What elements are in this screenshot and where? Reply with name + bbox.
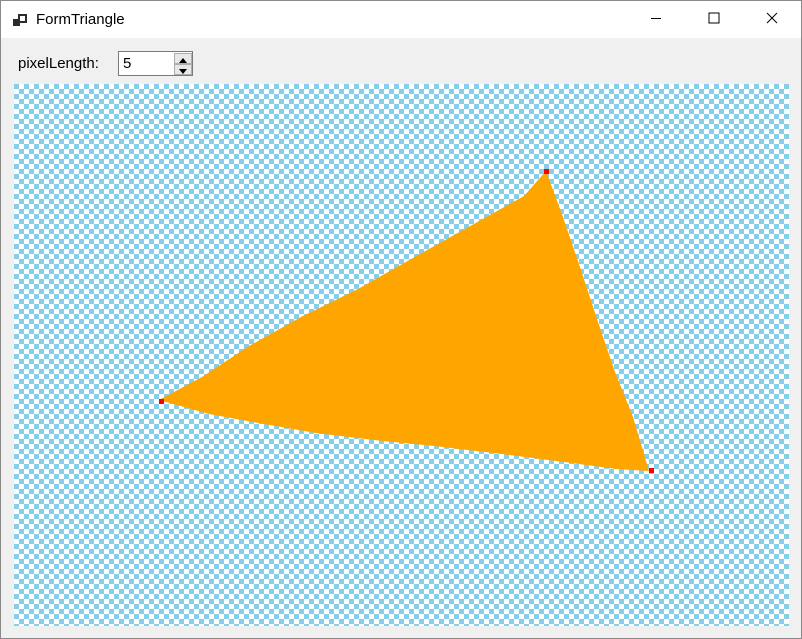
- window-title: FormTriangle: [36, 11, 125, 28]
- pixel-length-value[interactable]: 5: [123, 54, 131, 74]
- stepper-down-button[interactable]: [174, 64, 192, 75]
- form-app-icon: [13, 12, 29, 28]
- close-button[interactable]: [743, 1, 801, 38]
- form-triangle-window: FormTriangle pixelLength: 5: [0, 0, 802, 639]
- drawing-canvas[interactable]: [14, 84, 789, 626]
- vertex-marker-right: [649, 468, 654, 473]
- pixel-length-stepper[interactable]: 5: [118, 51, 193, 76]
- maximize-button[interactable]: [685, 1, 743, 38]
- vertex-marker-top: [544, 169, 549, 174]
- minimize-button[interactable]: [627, 1, 685, 38]
- vertex-marker-left: [159, 399, 164, 404]
- close-icon: [766, 11, 778, 29]
- minimize-icon: [650, 11, 662, 29]
- title-bar[interactable]: FormTriangle: [1, 1, 801, 38]
- arrow-down-icon: [179, 61, 187, 79]
- pixel-length-label: pixelLength:: [18, 55, 99, 72]
- maximize-icon: [708, 11, 720, 29]
